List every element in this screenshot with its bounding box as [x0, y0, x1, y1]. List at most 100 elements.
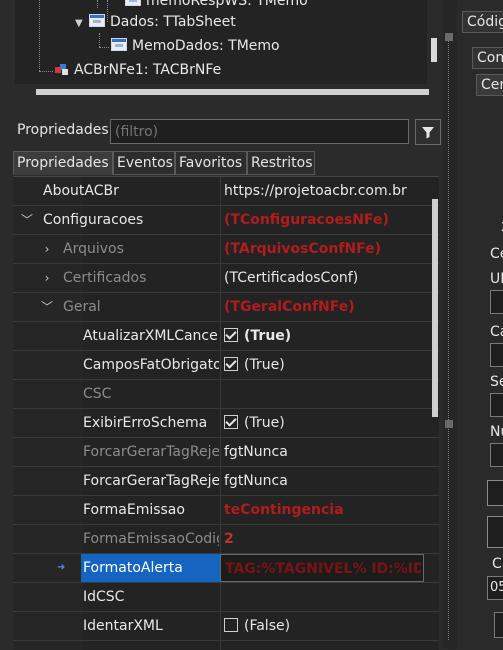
current-row-arrow-icon: ➜ [57, 562, 66, 573]
checkbox-value: (True) [244, 415, 285, 431]
property-name: AboutACBr [43, 183, 119, 199]
property-value[interactable]: (TGeralConfNFe) [224, 293, 426, 321]
property-row-formatoalerta[interactable]: ➜ FormatoAlerta TAG:%TAGNIVEL% ID:%ID%/ [13, 554, 439, 583]
property-row-csc[interactable]: CSC [13, 380, 439, 409]
property-name: Geral [63, 299, 101, 315]
property-row-arquivos[interactable]: › Arquivos (TArquivosConfNFe) [13, 235, 439, 264]
property-value[interactable]: fgtNunca [224, 438, 426, 466]
property-row-forcargerartagrejeicao938[interactable]: ForcarGerarTagRejeicao938 fgtNunca [13, 438, 439, 467]
property-name: AtualizarXMLCancelado [83, 328, 219, 344]
tree-item-label: Dados: TTabSheet [110, 14, 236, 30]
property-value[interactable] [224, 380, 426, 408]
property-row-formaemissaocodigo[interactable]: FormaEmissaoCodigo 2 [13, 525, 439, 554]
property-row-camposfatobrigatorios[interactable]: CamposFatObrigatorios (True) [13, 351, 439, 380]
property-row-aboutacbr[interactable]: AboutACBr https://projetoacbr.com.br [13, 177, 439, 206]
property-value-editor[interactable]: TAG:%TAGNIVEL% ID:%ID%/ [220, 554, 424, 582]
property-name: CSC [83, 386, 112, 402]
field-label: C [492, 556, 502, 572]
property-value[interactable]: teContingencia [224, 496, 426, 524]
checkbox-value: (True) [244, 328, 292, 344]
button[interactable] [487, 516, 503, 548]
filter-input[interactable] [110, 119, 409, 144]
property-name: ForcarGerarTagRejeicao938 [83, 444, 219, 460]
property-name-selected: FormatoAlerta [81, 554, 221, 582]
filter-funnel-icon [422, 127, 434, 139]
property-name: CamposFatObrigatorios [83, 357, 219, 373]
field-value: 05 [490, 580, 503, 595]
field-input[interactable] [490, 343, 503, 367]
tab-codigo[interactable]: Códig [462, 11, 503, 33]
memo-icon [125, 0, 141, 6]
tree-item-dados[interactable]: ▼ Dados: TTabSheet [75, 11, 236, 33]
property-row-idcsc[interactable]: IdCSC [13, 583, 439, 612]
form-designer-panel[interactable]: Códig Conf Cer X Ce UF Ca Se Nú C 05 [457, 0, 503, 649]
property-row-formaemissao[interactable]: FormaEmissao teContingencia [13, 496, 439, 525]
button[interactable] [487, 480, 503, 506]
grid-vertical-scrollbar[interactable] [432, 199, 438, 417]
property-value[interactable]: TAG:%TAGNIVEL% ID:%ID%/ [225, 555, 421, 583]
property-value[interactable]: fgtNunca [224, 467, 426, 495]
checkbox-unchecked-icon[interactable] [224, 618, 238, 632]
property-value[interactable]: (TArquivosConfNFe) [224, 235, 426, 263]
property-value-checkbox[interactable]: (False) [224, 612, 426, 640]
property-value[interactable]: 2 [224, 525, 426, 553]
field-label: Nú [490, 424, 503, 440]
property-value[interactable]: (TCertificadosConf) [224, 264, 426, 292]
collapse-chevron-icon[interactable]: ﹀ [21, 206, 33, 234]
tab-restritos[interactable]: Restritos [247, 151, 315, 175]
field-label: Ce [490, 246, 503, 262]
tree-horizontal-scrollbar[interactable] [36, 89, 429, 95]
property-value-checkbox[interactable]: (True) [224, 409, 426, 437]
property-row-certificados[interactable]: › Certificados (TCertificadosConf) [13, 264, 439, 293]
tree-item-label: memoRespWS: TMemo [146, 0, 308, 9]
property-name: Arquivos [63, 241, 124, 257]
property-value[interactable] [224, 583, 426, 611]
memo-icon [111, 38, 127, 51]
property-row-forcargerartagrejeicao906[interactable]: ForcarGerarTagRejeicao906 fgtNunca [13, 467, 439, 496]
component-icon [55, 64, 68, 75]
property-row-identarxml[interactable]: IdentarXML (False) [13, 612, 439, 641]
property-row-configuracoes[interactable]: ﹀ Configuracoes (TConfiguracoesNFe) [13, 206, 439, 235]
property-value[interactable]: (TConfiguracoesNFe) [224, 206, 426, 234]
field-input[interactable] [490, 290, 503, 314]
property-row-geral[interactable]: ﹀ Geral (TGeralConfNFe) [13, 293, 439, 322]
expand-triangle-icon[interactable]: ▼ [75, 13, 89, 35]
property-value-checkbox[interactable]: (True) [224, 351, 426, 379]
component-tree[interactable]: memoRespWS: TMemo ▼ Dados: TTabSheet Memo… [15, 0, 427, 84]
tree-item-acbrnfe1[interactable]: ACBrNFe1: TACBrNFe [55, 59, 221, 81]
tree-item-memodados[interactable]: MemoDados: TMemo [111, 35, 280, 57]
field-input[interactable] [490, 443, 503, 467]
tree-item-label: MemoDados: TMemo [132, 38, 280, 54]
expand-chevron-icon[interactable]: › [41, 235, 53, 263]
tab-conf[interactable]: Conf [472, 47, 503, 69]
checkbox-checked-icon[interactable] [224, 328, 238, 342]
field-input[interactable] [490, 393, 503, 417]
property-name: ExibirErroSchema [83, 415, 208, 431]
panel-splitter[interactable] [443, 0, 457, 649]
tab-favoritos[interactable]: Favoritos [175, 151, 247, 175]
checkbox-checked-icon[interactable] [224, 415, 238, 429]
property-value-checkbox[interactable]: (True) [224, 322, 426, 350]
property-name: ForcarGerarTagRejeicao906 [83, 473, 219, 489]
property-row-atualizarxmlcancelado[interactable]: AtualizarXMLCancelado (True) [13, 322, 439, 351]
property-row-exibirerroschema[interactable]: ExibirErroSchema (True) [13, 409, 439, 438]
checkbox-value: (True) [244, 357, 285, 373]
checkbox-value: (False) [244, 618, 291, 634]
field-label: Ca [490, 324, 503, 340]
tab-eventos[interactable]: Eventos [113, 151, 175, 175]
tab-cer[interactable]: Cer [476, 74, 503, 96]
tree-vertical-scrollbar[interactable] [431, 38, 437, 62]
property-name: IdentarXML [83, 618, 163, 634]
property-name: FormaEmissaoCodigo [83, 531, 219, 547]
property-name: FormaEmissao [83, 502, 185, 518]
property-grid[interactable]: AboutACBr https://projetoacbr.com.br ﹀ C… [13, 176, 439, 650]
checkbox-checked-icon[interactable] [224, 357, 238, 371]
expand-chevron-icon[interactable]: › [41, 264, 53, 292]
field-label: Se [490, 374, 503, 390]
collapse-chevron-icon[interactable]: ﹀ [41, 293, 53, 321]
filter-button[interactable] [415, 119, 441, 145]
field-input[interactable]: 05 [487, 576, 503, 600]
tab-propriedades[interactable]: Propriedades [13, 151, 113, 175]
property-value[interactable]: https://projetoacbr.com.br [224, 177, 426, 205]
button[interactable] [494, 612, 503, 638]
